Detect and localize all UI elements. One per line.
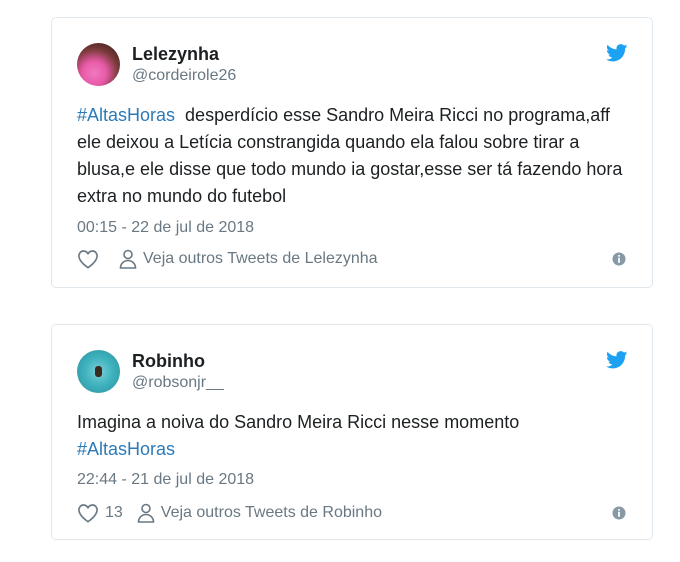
person-icon xyxy=(119,249,137,269)
tweet-card: Lelezynha @cordeirole26 #AltasHoras desp… xyxy=(51,17,653,288)
heart-icon[interactable] xyxy=(77,503,99,523)
twitter-bird-icon[interactable] xyxy=(606,351,628,369)
hashtag-link[interactable]: #AltasHoras xyxy=(77,439,175,459)
more-tweets-link[interactable]: Veja outros Tweets de Robinho xyxy=(161,504,382,522)
tweet-actions: Veja outros Tweets de Lelezynha xyxy=(77,249,378,269)
tweet-text: #AltasHoras desperdício esse Sandro Meir… xyxy=(77,102,633,210)
info-icon[interactable] xyxy=(612,252,626,266)
avatar[interactable] xyxy=(77,43,120,86)
tweet-actions: 13 Veja outros Tweets de Robinho xyxy=(77,503,382,523)
user-handle[interactable]: @cordeirole26 xyxy=(132,66,236,86)
tweet-card: Robinho @robsonjr__ Imagina a noiva do S… xyxy=(51,324,653,540)
avatar[interactable] xyxy=(77,350,120,393)
user-name[interactable]: Robinho xyxy=(132,350,205,372)
hashtag-link[interactable]: #AltasHoras xyxy=(77,105,175,125)
heart-icon[interactable] xyxy=(77,249,99,269)
info-icon[interactable] xyxy=(612,506,626,520)
user-name[interactable]: Lelezynha xyxy=(132,43,219,65)
tweet-body: Imagina a noiva do Sandro Meira Ricci ne… xyxy=(77,412,520,432)
timestamp[interactable]: 00:15 - 22 de jul de 2018 xyxy=(77,218,254,238)
tweet-text: Imagina a noiva do Sandro Meira Ricci ne… xyxy=(77,409,633,463)
person-icon xyxy=(137,503,155,523)
like-count: 13 xyxy=(105,504,123,521)
timestamp[interactable]: 22:44 - 21 de jul de 2018 xyxy=(77,470,254,490)
more-tweets-link[interactable]: Veja outros Tweets de Lelezynha xyxy=(143,250,378,268)
twitter-bird-icon[interactable] xyxy=(606,44,628,62)
user-handle[interactable]: @robsonjr__ xyxy=(132,373,224,393)
